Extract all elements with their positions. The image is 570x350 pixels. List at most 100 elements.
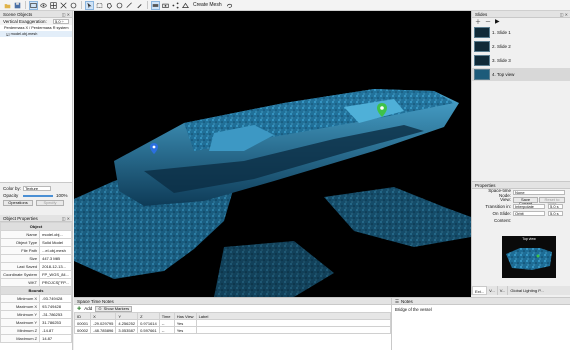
table-cell: Yes <box>173 319 197 327</box>
panel-close-icon[interactable]: ◫ ✕ <box>560 11 568 18</box>
object-properties-table: Object Name model.obj... Object Type Solid… <box>0 222 72 343</box>
bottom-tab-bar: Ext... V... V... Global Lighting P... <box>471 286 570 295</box>
opacity-slider[interactable] <box>23 194 53 197</box>
grid-icon[interactable] <box>49 1 58 10</box>
table-cell: 00002 <box>73 326 92 334</box>
mesh-icon[interactable] <box>181 1 190 10</box>
col-header[interactable]: Has View <box>173 312 197 320</box>
screenshot-icon[interactable] <box>161 1 170 10</box>
on-slide-seconds[interactable]: 5.0 s <box>548 211 563 216</box>
table-row[interactable]: 00001 -29.029795 4.256252 0.971614 -- Ye… <box>73 319 392 327</box>
add-note-button[interactable]: Add <box>84 306 92 311</box>
tab-ext[interactable]: Ext... <box>472 286 488 295</box>
slide-item[interactable]: 2. Slide 2 <box>472 40 570 53</box>
table-row[interactable]: 00002 -48.785896 3.053587 0.597661 -- Ye… <box>73 326 392 334</box>
fit-icon[interactable] <box>59 1 68 10</box>
transition-in-seconds[interactable]: 5.0 s <box>548 204 563 209</box>
circle-select-icon[interactable] <box>115 1 124 10</box>
operations-button[interactable]: Operations <box>3 199 33 206</box>
show-markers-button[interactable]: ⊙ Show Markers <box>95 305 133 312</box>
shipwreck-render <box>74 89 471 297</box>
tab-v2[interactable]: V... <box>498 286 509 295</box>
bound-value: -14.87 <box>39 326 72 335</box>
bound-key: Maximum Z <box>0 334 41 343</box>
lasso-icon[interactable] <box>105 1 114 10</box>
add-slide-icon[interactable]: ＋ <box>475 17 481 26</box>
tree-root-item[interactable]: Perdermass X / Perdermass R system <box>4 26 69 30</box>
notes-icon: ☰ <box>395 298 400 304</box>
tab-v1[interactable]: V... <box>487 286 498 295</box>
slide-preview: Top view <box>502 236 556 278</box>
tree-item-model[interactable]: model.obj.mesh <box>11 32 38 36</box>
panel-close-icon[interactable]: ◫ ✕ <box>62 215 70 222</box>
col-header[interactable]: ID <box>73 312 92 320</box>
preview-caption: Top view <box>522 237 536 241</box>
seabed-region <box>324 187 471 247</box>
vertical-exaggeration-label: Vertical Exaggeration: <box>3 19 47 24</box>
transition-in-label: Transition in: <box>485 204 511 209</box>
save-icon[interactable] <box>13 1 22 10</box>
on-slide-select[interactable]: Orbit <box>513 211 545 216</box>
paint-icon[interactable] <box>135 1 144 10</box>
bound-value: 14.87 <box>39 334 72 343</box>
view-label: View: <box>500 197 511 202</box>
add-note-icon[interactable]: ✚ <box>77 306 81 312</box>
col-header[interactable]: Time <box>158 312 175 320</box>
vertical-exaggeration-input[interactable]: 5.0 ÷ <box>53 19 69 24</box>
bound-key: Maximum X <box>0 302 41 311</box>
transition-in-select[interactable]: Interpolate <box>513 204 545 209</box>
prop-value: FP_WGS_84... <box>39 270 72 279</box>
content-label: Content: <box>493 218 511 223</box>
bound-value: 31.786253 <box>39 318 72 327</box>
eye-icon[interactable] <box>39 1 48 10</box>
slide-item[interactable]: 1. Slide 1 <box>472 26 570 39</box>
slide-thumbnail <box>474 55 490 66</box>
compass-icon[interactable] <box>69 1 78 10</box>
slide-thumbnail <box>474 41 490 52</box>
col-header[interactable]: Y <box>115 312 139 320</box>
create-mesh-button[interactable]: Create Mesh <box>191 2 224 8</box>
table-cell: 0.971614 <box>137 319 160 327</box>
prop-key: WKT <box>0 278 41 287</box>
object-properties-panel: Object Properties ◫ ✕ Object Name model.ob… <box>0 215 73 350</box>
panel-title: Properties <box>475 183 496 188</box>
reset-to-slide-button[interactable]: Reset to Slide <box>539 196 565 205</box>
prop-value: Solid Model <box>39 238 72 247</box>
col-header[interactable]: Z <box>137 312 160 320</box>
scene-objects-panel: Scene Objects ◫ ✕ Vertical Exaggeration: … <box>0 11 73 182</box>
delete-slide-icon[interactable]: － <box>485 17 491 26</box>
col-header[interactable]: X <box>90 312 117 320</box>
save-current-button[interactable]: Save Current <box>513 196 538 205</box>
table-cell: 0.597661 <box>137 326 160 334</box>
opacity-label: Opacity <box>3 193 19 198</box>
nodes-icon[interactable] <box>171 1 180 10</box>
folder-icon[interactable] <box>3 1 12 10</box>
checkbox-icon[interactable]: ☑ <box>6 32 10 37</box>
slide-thumbnail <box>474 27 490 38</box>
notes-text[interactable]: Bridge of the vessel <box>392 305 570 314</box>
col-header[interactable]: Label <box>195 312 392 320</box>
tab-global-lighting[interactable]: Global Lighting P... <box>508 286 545 295</box>
prop-value: PROJCS["FP... <box>39 278 72 287</box>
panel-close-icon[interactable]: ◫ ✕ <box>62 11 70 18</box>
scene-objects-header: Scene Objects ◫ ✕ <box>0 11 72 18</box>
play-slides-icon[interactable]: ▶ <box>495 18 500 25</box>
color-by-select[interactable]: Texture <box>23 186 51 191</box>
layers-icon[interactable] <box>151 0 160 10</box>
lasso-mesh-icon[interactable] <box>225 1 234 10</box>
object-properties-header: Object Properties ◫ ✕ <box>0 215 72 222</box>
slide-item-selected[interactable]: 4. Top view <box>472 68 570 81</box>
display-controls: Color by: Texture Opacity 100% Operation… <box>0 182 73 215</box>
measure-icon[interactable] <box>125 1 134 10</box>
table-cell: 4.256252 <box>115 319 139 327</box>
rect-select-icon[interactable] <box>95 1 104 10</box>
slide-item[interactable]: 3. Slide 3 <box>472 54 570 67</box>
slide-label: 2. Slide 2 <box>492 44 511 49</box>
prop-value[interactable]: model.obj... <box>39 230 72 239</box>
view-mode-icon[interactable] <box>29 0 38 10</box>
on-slide-label: On Slide: <box>492 211 511 216</box>
pointer-icon[interactable] <box>85 0 94 10</box>
3d-viewport[interactable] <box>74 11 471 297</box>
space-time-node-select[interactable]: None <box>513 190 565 195</box>
specify-button[interactable]: Specify <box>36 199 64 206</box>
